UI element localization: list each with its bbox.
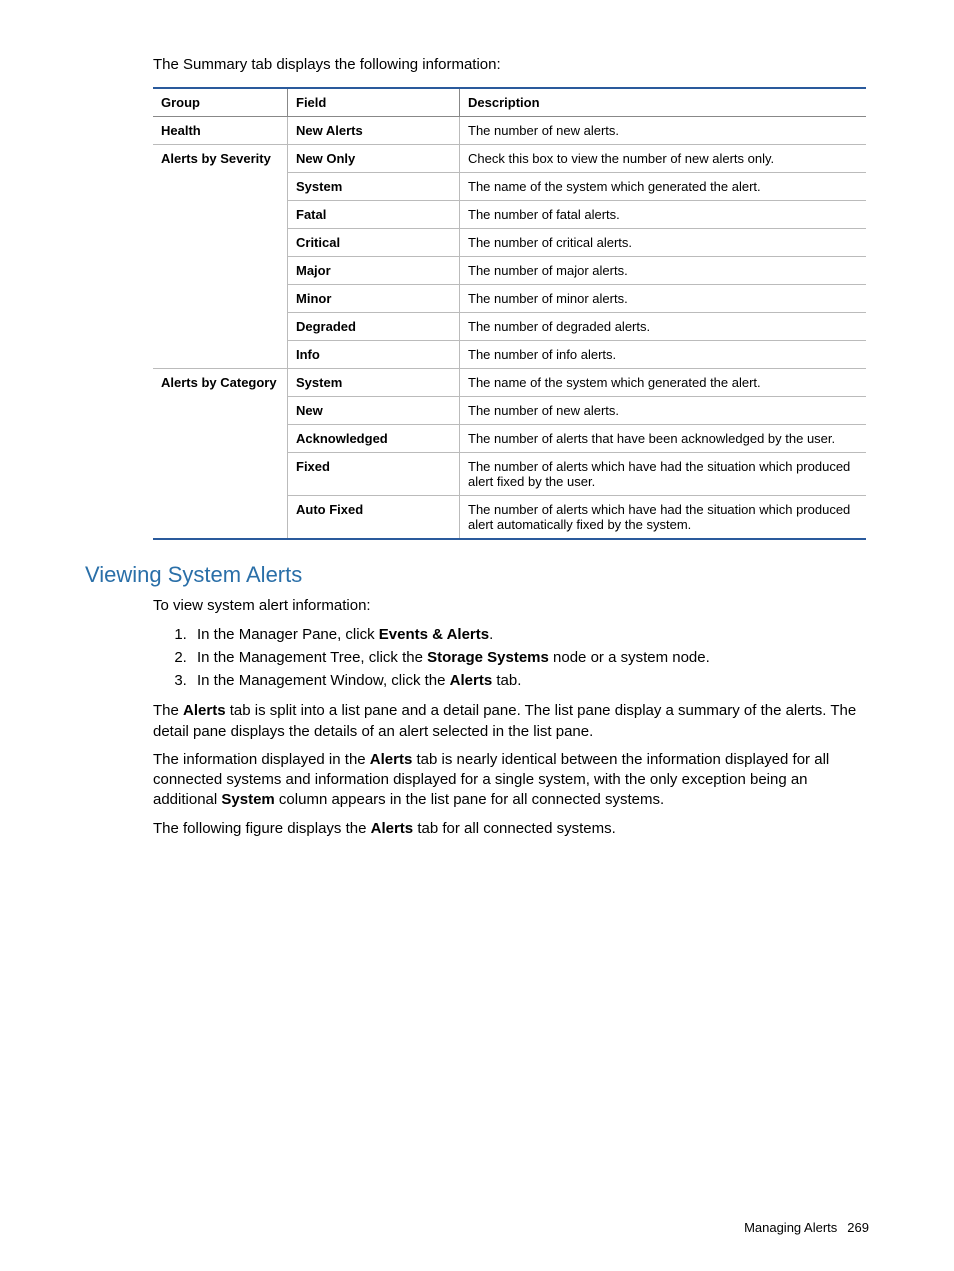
group-cell [153, 173, 288, 201]
page: The Summary tab displays the following i… [0, 0, 954, 1271]
description-cell: The number of new alerts. [460, 397, 867, 425]
intro-text: The Summary tab displays the following i… [153, 56, 869, 73]
step-3: In the Management Window, click the Aler… [191, 670, 869, 691]
description-cell: The number of info alerts. [460, 341, 867, 369]
table-row: FatalThe number of fatal alerts. [153, 201, 866, 229]
col-field: Field [288, 88, 460, 117]
step-2: In the Management Tree, click the Storag… [191, 647, 869, 668]
para-1: The Alerts tab is split into a list pane… [153, 701, 869, 742]
step-3-a: In the Management Window, click the [197, 672, 450, 689]
table-row: SystemThe name of the system which gener… [153, 173, 866, 201]
table-row: Alerts by SeverityNew OnlyCheck this box… [153, 145, 866, 173]
group-cell [153, 201, 288, 229]
col-description: Description [460, 88, 867, 117]
summary-table: Group Field Description HealthNew Alerts… [153, 87, 866, 540]
step-1-c: . [489, 626, 493, 643]
group-cell: Alerts by Category [153, 369, 288, 397]
table-header-row: Group Field Description [153, 88, 866, 117]
description-cell: The name of the system which generated t… [460, 369, 867, 397]
step-2-a: In the Management Tree, click the [197, 649, 427, 666]
para-2: The information displayed in the Alerts … [153, 750, 869, 811]
step-3-bold: Alerts [450, 672, 493, 689]
group-cell [153, 229, 288, 257]
table-row: MajorThe number of major alerts. [153, 257, 866, 285]
description-cell: The number of fatal alerts. [460, 201, 867, 229]
table-row: NewThe number of new alerts. [153, 397, 866, 425]
field-cell: Info [288, 341, 460, 369]
field-cell: Fatal [288, 201, 460, 229]
footer-label: Managing Alerts [744, 1220, 837, 1235]
p1-a: The [153, 702, 183, 719]
table-row: AcknowledgedThe number of alerts that ha… [153, 425, 866, 453]
table-row: Auto FixedThe number of alerts which hav… [153, 496, 866, 540]
table-row: MinorThe number of minor alerts. [153, 285, 866, 313]
group-cell [153, 453, 288, 496]
step-1-bold: Events & Alerts [379, 626, 489, 643]
p2-bold-2: System [221, 791, 274, 808]
description-cell: The number of minor alerts. [460, 285, 867, 313]
group-cell [153, 341, 288, 369]
p1-bold: Alerts [183, 702, 226, 719]
p3-c: tab for all connected systems. [413, 820, 616, 837]
field-cell: New Only [288, 145, 460, 173]
step-1-a: In the Manager Pane, click [197, 626, 379, 643]
page-footer: Managing Alerts 269 [744, 1220, 869, 1235]
table-row: CriticalThe number of critical alerts. [153, 229, 866, 257]
group-cell [153, 313, 288, 341]
field-cell: Minor [288, 285, 460, 313]
table-row: FixedThe number of alerts which have had… [153, 453, 866, 496]
description-cell: The number of degraded alerts. [460, 313, 867, 341]
lead-text: To view system alert information: [153, 596, 869, 616]
field-cell: System [288, 369, 460, 397]
description-cell: The number of alerts which have had the … [460, 453, 867, 496]
description-cell: The number of alerts that have been ackn… [460, 425, 867, 453]
p2-a: The information displayed in the [153, 751, 370, 768]
description-cell: The name of the system which generated t… [460, 173, 867, 201]
field-cell: Major [288, 257, 460, 285]
field-cell: New Alerts [288, 117, 460, 145]
p2-bold-1: Alerts [370, 751, 413, 768]
group-cell [153, 257, 288, 285]
section-heading: Viewing System Alerts [85, 562, 869, 588]
field-cell: Acknowledged [288, 425, 460, 453]
group-cell [153, 496, 288, 540]
step-1: In the Manager Pane, click Events & Aler… [191, 624, 869, 645]
col-group: Group [153, 88, 288, 117]
table-row: InfoThe number of info alerts. [153, 341, 866, 369]
step-3-c: tab. [492, 672, 521, 689]
p3-a: The following figure displays the [153, 820, 371, 837]
field-cell: Degraded [288, 313, 460, 341]
footer-page-number: 269 [847, 1220, 869, 1235]
p3-bold: Alerts [371, 820, 414, 837]
description-cell: The number of critical alerts. [460, 229, 867, 257]
group-cell: Health [153, 117, 288, 145]
table-row: HealthNew AlertsThe number of new alerts… [153, 117, 866, 145]
para-3: The following figure displays the Alerts… [153, 819, 869, 839]
group-cell [153, 425, 288, 453]
field-cell: Fixed [288, 453, 460, 496]
group-cell [153, 397, 288, 425]
p2-e: column appears in the list pane for all … [275, 791, 664, 808]
p1-c: tab is split into a list pane and a deta… [153, 702, 856, 739]
field-cell: Auto Fixed [288, 496, 460, 540]
group-cell: Alerts by Severity [153, 145, 288, 173]
section-body: To view system alert information: In the… [153, 596, 869, 839]
description-cell: The number of alerts which have had the … [460, 496, 867, 540]
steps-list: In the Manager Pane, click Events & Aler… [153, 624, 869, 691]
table-row: Alerts by CategorySystemThe name of the … [153, 369, 866, 397]
step-2-c: node or a system node. [549, 649, 710, 666]
table-row: DegradedThe number of degraded alerts. [153, 313, 866, 341]
description-cell: Check this box to view the number of new… [460, 145, 867, 173]
field-cell: New [288, 397, 460, 425]
step-2-bold: Storage Systems [427, 649, 549, 666]
field-cell: System [288, 173, 460, 201]
description-cell: The number of major alerts. [460, 257, 867, 285]
group-cell [153, 285, 288, 313]
field-cell: Critical [288, 229, 460, 257]
description-cell: The number of new alerts. [460, 117, 867, 145]
